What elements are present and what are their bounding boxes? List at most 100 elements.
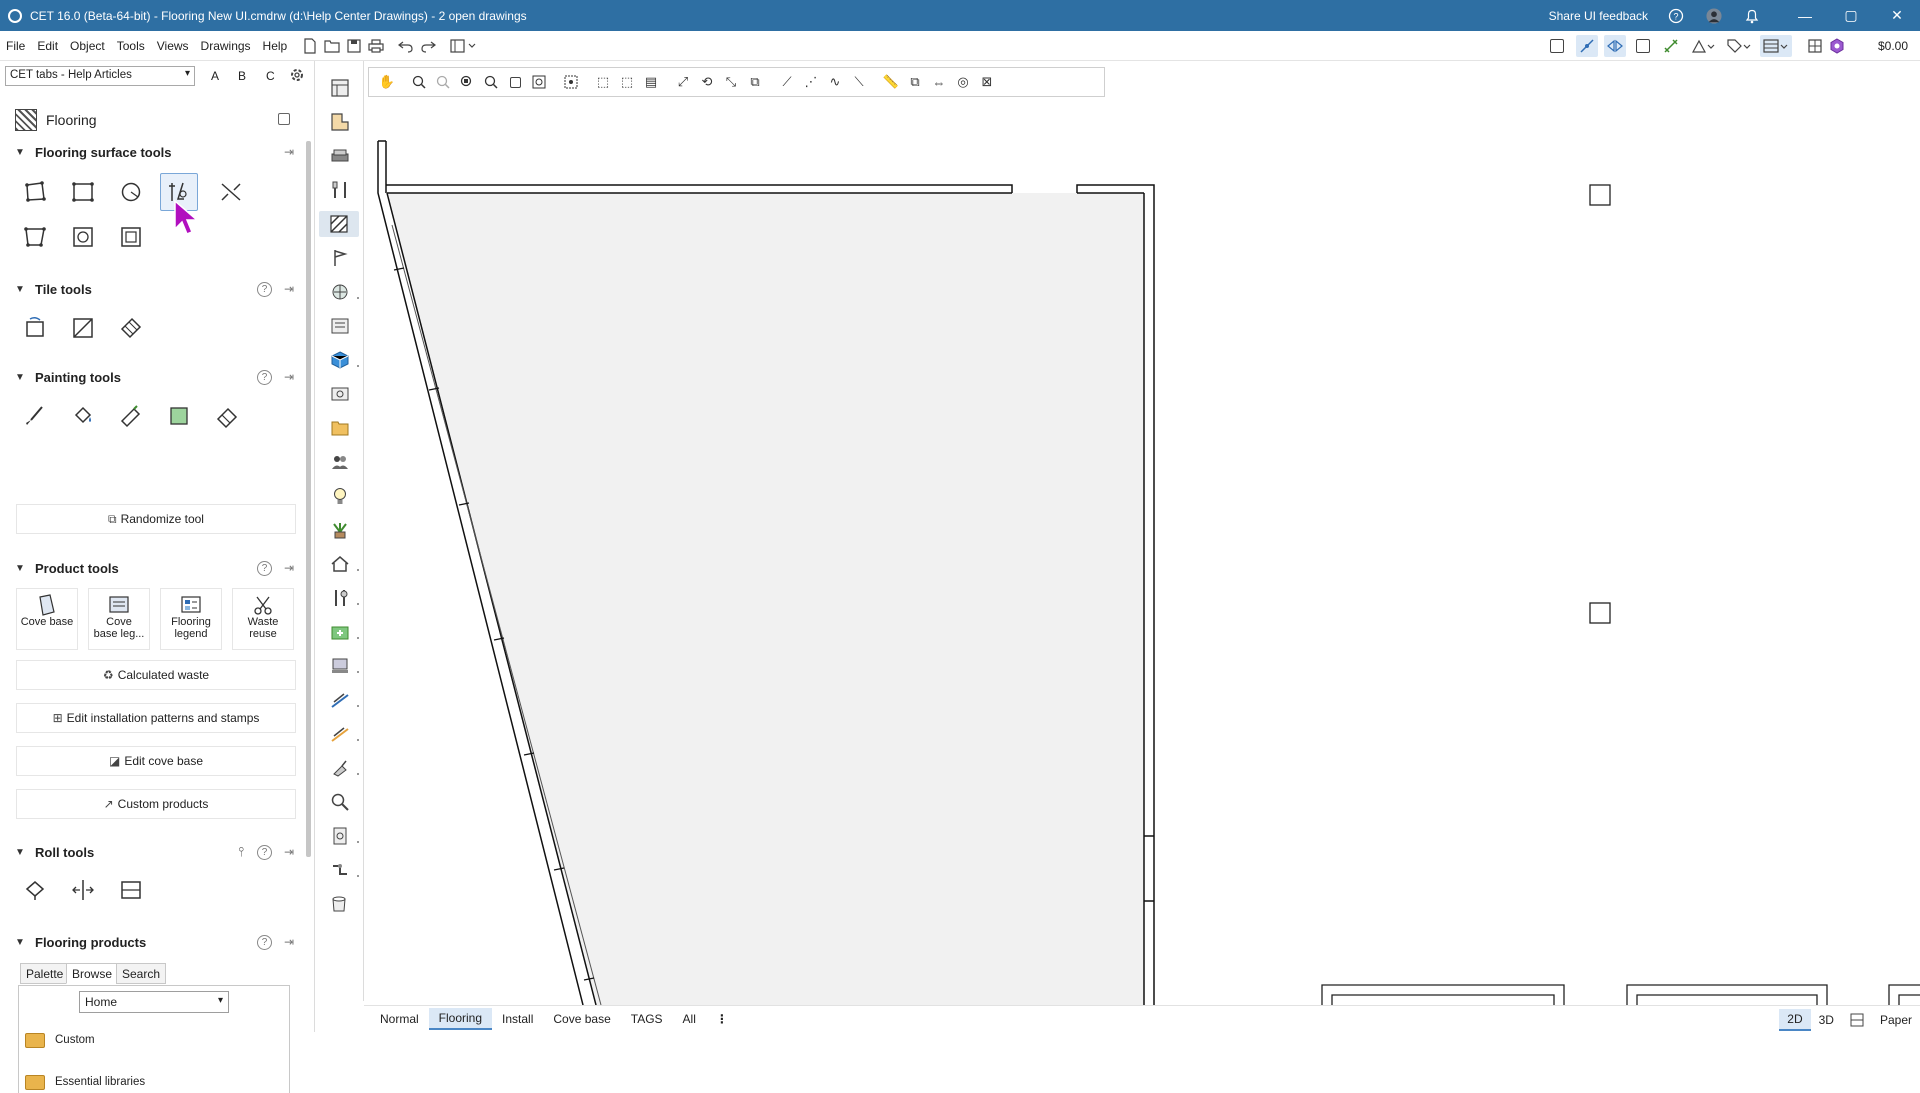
pattern-paint-icon[interactable] — [112, 397, 150, 435]
left-panel-scrollbar[interactable] — [306, 141, 311, 857]
cup-tab-icon[interactable] — [327, 891, 353, 917]
split-surface-tool[interactable] — [212, 173, 250, 211]
section-roll-tools[interactable]: ▼ Roll tools ⫯ ? ⇥ — [15, 843, 300, 861]
select-cross-icon[interactable]: ⬚ — [615, 70, 639, 94]
ramp-tab-icon[interactable] — [327, 721, 359, 747]
tab-browse[interactable]: Browse — [66, 963, 119, 984]
array-icon[interactable]: ⧉ — [743, 70, 767, 94]
section-product-tools[interactable]: ▼ Product tools ? ⇥ — [15, 559, 300, 577]
menu-file[interactable]: File — [0, 39, 31, 53]
popout-icon[interactable]: ⇥ — [284, 935, 294, 949]
polyline-icon[interactable]: ⟍ — [847, 70, 871, 94]
save-icon[interactable] — [343, 35, 365, 57]
edit-installation-patterns-button[interactable]: ⊞ Edit installation patterns and stamps — [16, 703, 296, 733]
undo-icon[interactable] — [395, 35, 417, 57]
flooring-legend-tool[interactable]: Flooring legend — [160, 588, 222, 650]
browse-location-dropdown[interactable]: Home ▾ — [79, 991, 229, 1013]
mirror-tool-icon[interactable] — [1603, 35, 1626, 57]
extension-icon[interactable] — [1826, 35, 1848, 57]
measure-icon[interactable]: 📏 — [879, 70, 903, 94]
tile-rotate-tool[interactable] — [16, 309, 54, 347]
select-filter-icon[interactable]: ▤ — [639, 70, 663, 94]
plant-tab-icon[interactable] — [327, 517, 353, 543]
zoom-extents-icon[interactable] — [455, 70, 479, 94]
popout-icon[interactable]: ⇥ — [284, 561, 294, 575]
maximize-button[interactable]: ▢ — [1828, 0, 1874, 31]
free-shape-tool[interactable] — [16, 173, 54, 211]
help-icon[interactable]: ? — [257, 934, 272, 950]
zoom-icon[interactable] — [407, 70, 431, 94]
clear-icon[interactable]: ⊠ — [975, 70, 999, 94]
snap-tool-icon[interactable] — [1575, 35, 1598, 57]
more-options-icon[interactable]: ⋮ — [706, 1008, 738, 1030]
section-flooring-products[interactable]: ▼ Flooring products ? ⇥ — [15, 933, 300, 951]
view-2d-button[interactable]: 2D — [1779, 1008, 1811, 1031]
zoom-previous-icon[interactable] — [527, 70, 551, 94]
flooring-tab-icon[interactable] — [319, 211, 359, 237]
paint-bucket-icon[interactable] — [64, 397, 102, 435]
surface-offset-tool[interactable] — [16, 218, 54, 256]
room-fill-tool[interactable] — [64, 218, 102, 256]
roll-layout-tool[interactable] — [112, 871, 150, 909]
roll-paint-tool[interactable] — [16, 871, 54, 909]
rectangle-tool[interactable] — [64, 173, 102, 211]
menu-object[interactable]: Object — [64, 39, 111, 53]
catalog-tab-icon[interactable] — [327, 313, 353, 339]
tab-search[interactable]: Search — [116, 963, 167, 984]
print-icon[interactable] — [365, 35, 387, 57]
rotate-icon[interactable]: ⟲ — [695, 70, 719, 94]
layer-tab-install[interactable]: Install — [492, 1008, 543, 1030]
help-icon[interactable]: ? — [1668, 8, 1684, 24]
settings-sliders-icon[interactable]: ⫯ — [238, 844, 244, 860]
section-painting-tools[interactable]: ▼ Painting tools ? ⇥ — [15, 368, 300, 386]
layer-tab-normal[interactable]: Normal — [370, 1008, 429, 1030]
notification-bell-icon[interactable] — [1744, 8, 1760, 24]
help-icon[interactable]: ? — [257, 560, 272, 576]
stairs-tab-icon[interactable] — [327, 687, 359, 713]
healthcare-tab-icon[interactable] — [327, 619, 359, 645]
calculator-icon[interactable] — [1804, 35, 1826, 57]
menu-help[interactable]: Help — [257, 39, 294, 53]
minimize-button[interactable]: — — [1782, 0, 1828, 31]
document-view-icon[interactable] — [1546, 35, 1568, 57]
materials-tab-icon[interactable] — [327, 279, 359, 305]
shapes-dropdown-icon[interactable] — [1688, 35, 1718, 57]
menu-drawings[interactable]: Drawings — [195, 39, 257, 53]
plumbing-tab-icon[interactable] — [327, 857, 359, 883]
people-tab-icon[interactable] — [327, 449, 353, 475]
roll-seam-tool[interactable] — [64, 871, 102, 909]
layers-dropdown-icon[interactable] — [1759, 35, 1792, 57]
folder-item[interactable]: Essential libraries — [25, 1073, 145, 1091]
tile-pattern-tool[interactable] — [112, 309, 150, 347]
help-icon[interactable]: ? — [257, 369, 272, 385]
view-paper-button[interactable]: Paper — [1872, 1009, 1920, 1031]
tab-letter-a[interactable]: A — [211, 69, 219, 83]
view-3d-button[interactable]: 3D — [1811, 1009, 1842, 1031]
waste-reuse-tool[interactable]: Waste reuse — [232, 588, 294, 650]
edit-cove-base-button[interactable]: ◪ Edit cove base — [16, 746, 296, 776]
dimension-tool-icon[interactable] — [1660, 35, 1682, 57]
room-detect-tool[interactable] — [112, 218, 150, 256]
render-tab-icon[interactable] — [327, 381, 353, 407]
pan-hand-icon[interactable]: ✋ — [375, 70, 399, 94]
tab-letter-c[interactable]: C — [266, 69, 275, 83]
paint-brush-icon[interactable] — [16, 397, 54, 435]
layer-tab-all[interactable]: All — [673, 1008, 706, 1030]
lightbulb-tab-icon[interactable] — [327, 483, 353, 509]
move-icon[interactable]: ⤢ — [671, 70, 695, 94]
section-tile-tools[interactable]: ▼ Tile tools ? ⇥ — [15, 280, 300, 298]
split-view-icon[interactable] — [1842, 1009, 1872, 1031]
tag-dropdown-icon[interactable] — [1724, 35, 1754, 57]
gear-icon[interactable] — [289, 67, 305, 86]
mirror-icon[interactable]: ⇔ — [927, 70, 951, 94]
lock-icon[interactable] — [278, 113, 290, 125]
floor-plan-tab-icon[interactable] — [327, 109, 353, 135]
tab-letter-b[interactable]: B — [238, 69, 246, 83]
floor-plan-drawing[interactable] — [364, 100, 1920, 1005]
workstation-tab-icon[interactable] — [327, 653, 359, 679]
randomize-tool-button[interactable]: ⧉ Randomize tool — [16, 504, 296, 534]
popout-icon[interactable]: ⇥ — [284, 845, 294, 859]
tools-tab-icon[interactable] — [327, 177, 353, 203]
help-icon[interactable]: ? — [257, 844, 272, 860]
custom-products-button[interactable]: ↗ Custom products — [16, 789, 296, 819]
